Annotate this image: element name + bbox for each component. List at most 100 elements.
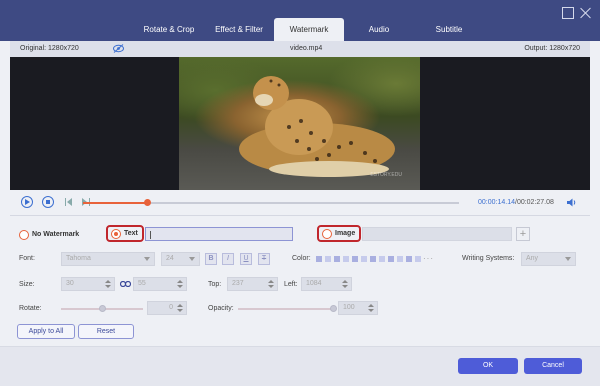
- color-swatch[interactable]: [388, 256, 394, 262]
- text-watermark-radio[interactable]: [111, 229, 121, 239]
- left-value: 1084: [306, 280, 322, 287]
- volume-icon[interactable]: [567, 198, 577, 207]
- tab-rotate-crop[interactable]: Rotate & Crop: [134, 18, 204, 41]
- writing-systems-value: Any: [526, 255, 539, 262]
- progress-fill: [83, 202, 148, 204]
- color-swatch[interactable]: [397, 256, 403, 262]
- strikethrough-button[interactable]: T: [258, 253, 270, 265]
- ok-button[interactable]: OK: [458, 358, 518, 374]
- rotate-label: Rotate:: [19, 305, 42, 312]
- chevron-down-icon[interactable]: [342, 285, 348, 288]
- tab-bar: Rotate & Crop Effect & Filter Watermark …: [134, 18, 484, 41]
- left-stepper[interactable]: 1084: [301, 277, 352, 291]
- cancel-button[interactable]: Cancel: [524, 358, 582, 374]
- chevron-up-icon[interactable]: [342, 280, 348, 283]
- play-icon[interactable]: [21, 196, 33, 208]
- opacity-slider[interactable]: [238, 305, 337, 312]
- chevron-down-icon: [565, 257, 571, 261]
- rotate-slider-thumb[interactable]: [99, 305, 106, 312]
- color-swatch[interactable]: [316, 256, 322, 262]
- progress-thumb[interactable]: [144, 199, 152, 206]
- rotate-stepper[interactable]: 0: [147, 301, 187, 315]
- bold-button[interactable]: B: [205, 253, 217, 265]
- image-watermark-radio[interactable]: [322, 229, 332, 239]
- image-path-field: [362, 227, 512, 241]
- color-label: Color:: [292, 255, 311, 262]
- color-swatch[interactable]: [361, 256, 367, 262]
- writing-systems-select[interactable]: Any: [521, 252, 576, 266]
- font-family-value: Tahoma: [66, 255, 91, 262]
- tab-subtitle[interactable]: Subtitle: [414, 18, 484, 41]
- color-swatches[interactable]: [316, 256, 421, 262]
- tab-effect-filter[interactable]: Effect & Filter: [204, 18, 274, 41]
- add-image-button[interactable]: +: [516, 227, 530, 241]
- chevron-down-icon[interactable]: [105, 285, 111, 288]
- chevron-up-icon[interactable]: [177, 280, 183, 283]
- opacity-value: 100: [343, 304, 355, 311]
- no-watermark-radio[interactable]: [19, 230, 29, 240]
- watermark-dialog: Rotate & Crop Effect & Filter Watermark …: [0, 0, 600, 386]
- title-bar: Rotate & Crop Effect & Filter Watermark …: [0, 0, 600, 41]
- player-controls: 00:00:14.14/00:02:27.08: [10, 190, 590, 216]
- size-label: Size:: [19, 281, 35, 288]
- link-aspect-icon[interactable]: [120, 281, 131, 287]
- tab-audio[interactable]: Audio: [344, 18, 414, 41]
- width-stepper[interactable]: 30: [61, 277, 115, 291]
- color-swatch[interactable]: [325, 256, 331, 262]
- eye-toggle-icon[interactable]: [113, 44, 124, 53]
- writing-systems-label: Writing Systems:: [462, 255, 515, 262]
- chevron-up-icon[interactable]: [268, 280, 274, 283]
- dialog-footer: OK Cancel: [0, 346, 600, 386]
- text-watermark-label: Text: [124, 230, 138, 237]
- previous-frame-icon[interactable]: [65, 198, 73, 206]
- font-size-select[interactable]: 24: [161, 252, 200, 266]
- maximize-icon[interactable]: [562, 7, 574, 19]
- color-swatch[interactable]: [352, 256, 358, 262]
- opacity-stepper[interactable]: 100: [338, 301, 378, 315]
- chevron-up-icon[interactable]: [105, 280, 111, 283]
- tab-watermark[interactable]: Watermark: [274, 18, 344, 41]
- top-stepper[interactable]: 237: [227, 277, 278, 291]
- opacity-slider-thumb[interactable]: [330, 305, 337, 312]
- reset-button[interactable]: Reset: [78, 324, 134, 339]
- left-label: Left:: [284, 281, 298, 288]
- file-name: video.mp4: [290, 45, 323, 52]
- color-swatch[interactable]: [343, 256, 349, 262]
- stop-icon[interactable]: [42, 196, 54, 208]
- video-watermark-text: ESTORY.EDU: [370, 172, 402, 178]
- chevron-down-icon[interactable]: [368, 309, 374, 312]
- font-size-value: 24: [166, 255, 174, 262]
- more-colors-icon[interactable]: ···: [423, 254, 434, 263]
- chevron-down-icon: [144, 257, 150, 261]
- color-swatch[interactable]: [406, 256, 412, 262]
- chevron-down-icon[interactable]: [268, 285, 274, 288]
- color-swatch[interactable]: [334, 256, 340, 262]
- watermark-text-input[interactable]: [145, 227, 293, 241]
- underline-button[interactable]: U: [240, 253, 252, 265]
- chevron-down-icon[interactable]: [177, 285, 183, 288]
- text-caret: [150, 231, 151, 239]
- chevron-up-icon[interactable]: [177, 304, 183, 307]
- font-family-select[interactable]: Tahoma: [61, 252, 155, 266]
- opacity-label: Opacity:: [208, 305, 234, 312]
- rotate-slider[interactable]: [61, 305, 143, 312]
- original-resolution: Original: 1280x720: [20, 45, 79, 52]
- current-time: 00:00:14.14: [478, 199, 515, 206]
- info-bar: Original: 1280x720 video.mp4 Output: 128…: [10, 41, 590, 57]
- width-value: 30: [66, 280, 74, 287]
- height-stepper[interactable]: 55: [133, 277, 187, 291]
- color-swatch[interactable]: [379, 256, 385, 262]
- italic-button[interactable]: I: [222, 253, 234, 265]
- chevron-down-icon[interactable]: [177, 309, 183, 312]
- progress-track[interactable]: [83, 199, 459, 206]
- top-label: Top:: [208, 281, 222, 288]
- color-swatch[interactable]: [415, 256, 421, 262]
- video-frame: ESTORY.EDU: [179, 57, 420, 190]
- close-icon[interactable]: [580, 7, 592, 19]
- output-resolution: Output: 1280x720: [524, 45, 580, 52]
- chevron-up-icon[interactable]: [368, 304, 374, 307]
- height-value: 55: [138, 280, 146, 287]
- color-swatch[interactable]: [370, 256, 376, 262]
- apply-to-all-button[interactable]: Apply to All: [17, 324, 75, 339]
- chevron-down-icon: [189, 257, 195, 261]
